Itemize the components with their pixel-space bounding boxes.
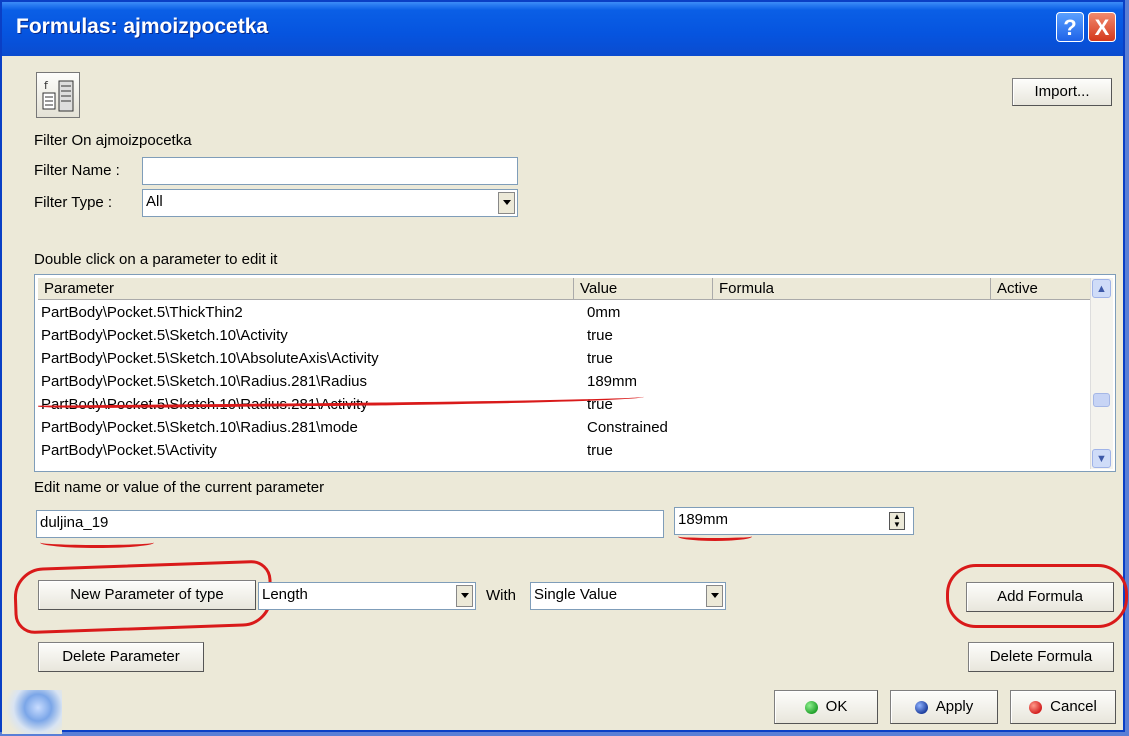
cell-value: 189mm: [587, 373, 638, 390]
formula-tool-icon[interactable]: f: [36, 72, 80, 118]
help-button[interactable]: ?: [1056, 12, 1084, 42]
edit-label: Edit name or value of the current parame…: [34, 479, 325, 496]
cell-parameter: PartBody\Pocket.5\Sketch.10\Radius.281\m…: [41, 419, 358, 436]
ok-label: OK: [825, 698, 848, 715]
table-hint: Double click on a parameter to edit it: [34, 251, 278, 268]
cell-value: Constrained: [587, 419, 668, 436]
spinner-icon[interactable]: ▲ ▼: [889, 512, 905, 530]
parameter-value-input[interactable]: 189mm ▲ ▼: [674, 507, 914, 535]
annotation-underline-value: [678, 532, 752, 541]
column-header-active[interactable]: Active: [991, 278, 1091, 300]
scroll-down-icon[interactable]: ▼: [1092, 449, 1111, 468]
formulas-dialog: Formulas: ajmoizpocetka ? X f Import... …: [0, 0, 1128, 734]
cell-value: true: [587, 327, 613, 344]
ok-button[interactable]: OK: [774, 690, 878, 724]
table-row[interactable]: PartBody\Pocket.5\Sketch.10\AbsoluteAxis…: [41, 347, 1071, 370]
with-label: With: [486, 587, 516, 604]
import-button[interactable]: Import...: [1012, 78, 1112, 106]
decorative-globe-icon: [2, 690, 62, 734]
filter-heading: Filter On ajmoizpocetka: [34, 132, 192, 149]
table-row[interactable]: PartBody\Pocket.5\Sketch.10\Radius.281\m…: [41, 416, 1071, 439]
apply-status-icon: [914, 700, 928, 714]
delete-parameter-button[interactable]: Delete Parameter: [38, 642, 204, 672]
cell-parameter: PartBody\Pocket.5\Sketch.10\Activity: [41, 327, 288, 344]
svg-text:f: f: [44, 79, 49, 92]
table-row[interactable]: PartBody\Pocket.5\Sketch.10\Radius.281\R…: [41, 370, 1071, 393]
filter-name-label: Filter Name :: [34, 162, 120, 179]
filter-type-label: Filter Type :: [34, 194, 113, 211]
chevron-down-icon[interactable]: [498, 192, 515, 214]
parameter-value-text: 189mm: [678, 511, 729, 528]
scroll-thumb[interactable]: [1093, 393, 1110, 407]
table-row[interactable]: PartBody\Pocket.5\ThickThin2 0mm: [41, 301, 1071, 324]
cancel-status-icon: [1029, 700, 1043, 714]
scroll-up-icon[interactable]: ▲: [1092, 279, 1111, 298]
filter-name-input[interactable]: [142, 157, 518, 185]
parameter-table[interactable]: Parameter Value Formula Active PartBody\…: [34, 274, 1116, 472]
cell-parameter: PartBody\Pocket.5\ThickThin2: [41, 304, 243, 321]
table-row[interactable]: PartBody\Pocket.5\Sketch.10\Activity true: [41, 324, 1071, 347]
table-row[interactable]: PartBody\Pocket.5\Activity true: [41, 439, 1071, 462]
chevron-down-icon[interactable]: [706, 585, 723, 607]
ok-status-icon: [804, 700, 818, 714]
parameter-type-select[interactable]: Length: [258, 582, 476, 610]
title-bar[interactable]: Formulas: ajmoizpocetka ? X: [2, 2, 1123, 56]
column-header-parameter[interactable]: Parameter: [38, 278, 574, 300]
value-type-select[interactable]: Single Value: [530, 582, 726, 610]
parameter-type-value: Length: [262, 586, 308, 603]
cancel-label: Cancel: [1050, 698, 1097, 715]
filter-type-select[interactable]: All: [142, 189, 518, 217]
apply-button[interactable]: Apply: [890, 690, 998, 724]
delete-formula-button[interactable]: Delete Formula: [968, 642, 1114, 672]
cell-parameter: PartBody\Pocket.5\Sketch.10\Radius.281\R…: [41, 373, 368, 390]
annotation-underline-name: [40, 537, 154, 548]
cancel-button[interactable]: Cancel: [1010, 690, 1116, 724]
column-header-value[interactable]: Value: [574, 278, 713, 300]
cell-parameter: PartBody\Pocket.5\Sketch.10\AbsoluteAxis…: [41, 350, 379, 367]
annotation-circle-add-formula: [946, 564, 1128, 628]
chevron-down-icon[interactable]: [456, 585, 473, 607]
window-title: Formulas: ajmoizpocetka: [16, 15, 269, 38]
column-header-formula[interactable]: Formula: [713, 278, 991, 300]
close-button[interactable]: X: [1088, 12, 1116, 42]
cell-value: true: [587, 442, 613, 459]
cell-value: 0mm: [587, 304, 621, 321]
apply-label: Apply: [935, 698, 974, 715]
cell-value: true: [587, 350, 613, 367]
vertical-scrollbar[interactable]: ▲ ▼: [1090, 278, 1113, 469]
filter-type-value: All: [146, 193, 163, 210]
annotation-circle-new-parameter: [12, 559, 274, 635]
value-type-value: Single Value: [534, 586, 618, 603]
cell-parameter: PartBody\Pocket.5\Activity: [41, 442, 217, 459]
parameter-name-input[interactable]: duljina_19: [36, 510, 664, 538]
